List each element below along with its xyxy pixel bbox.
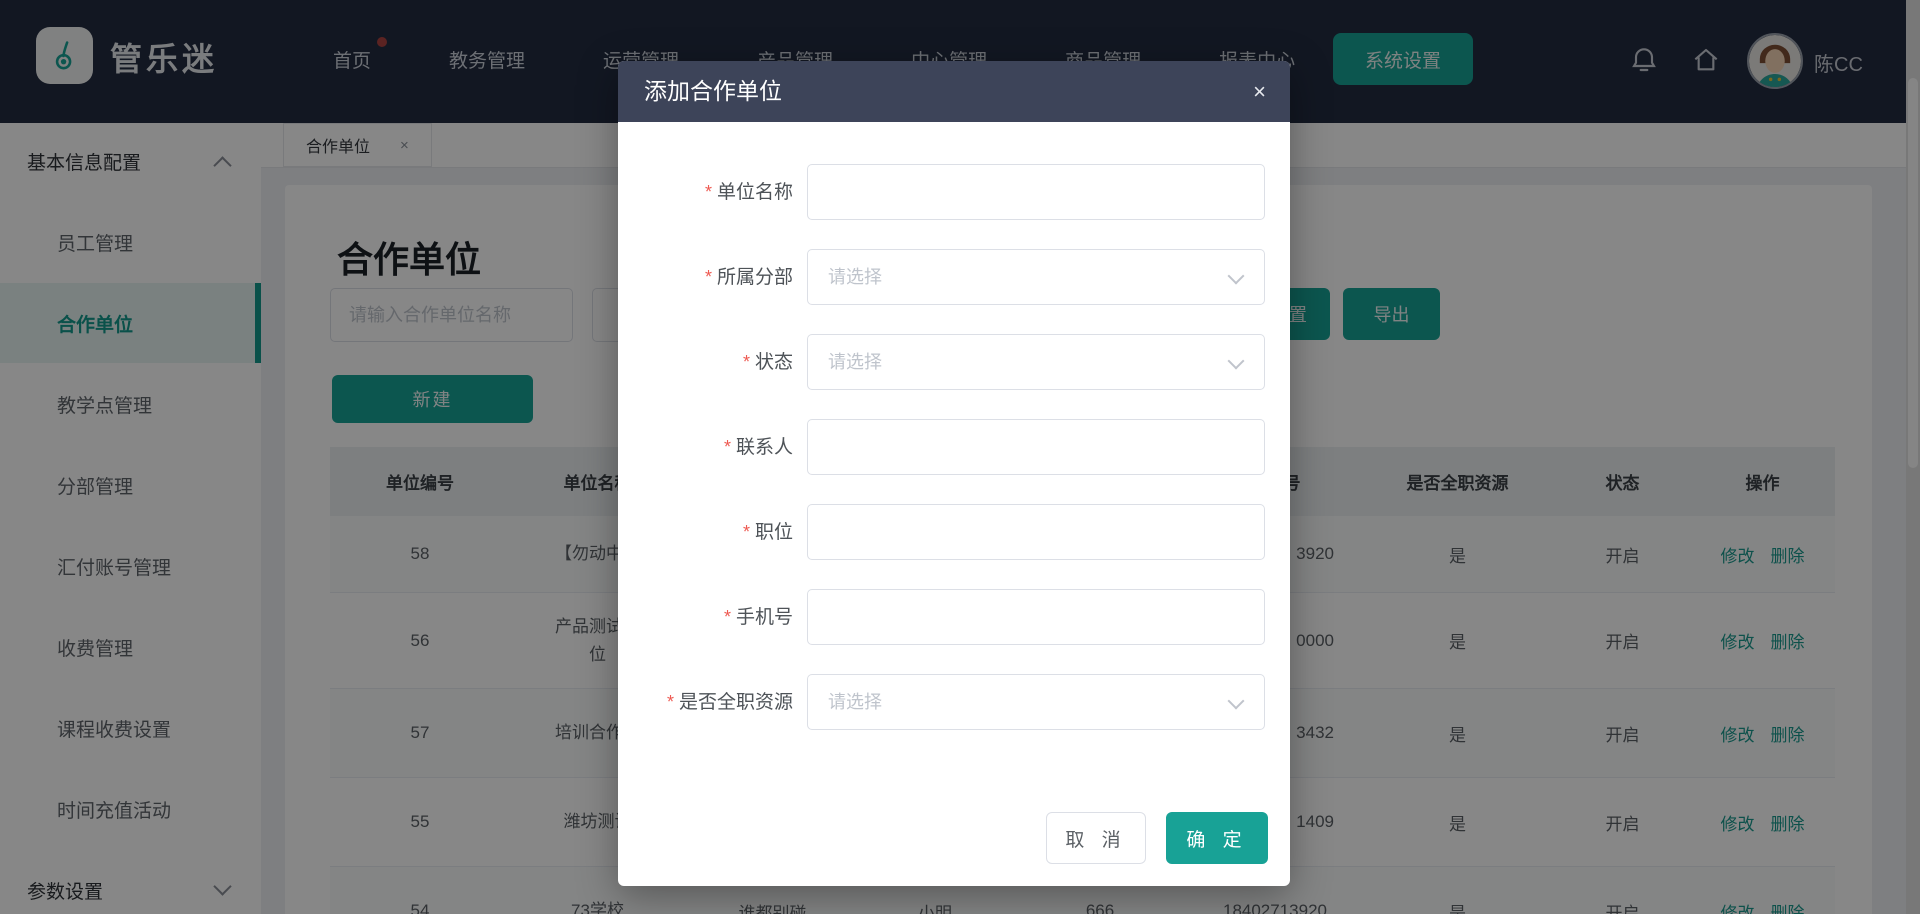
field-contact: 联系人 [618, 419, 1290, 475]
field-label: 所属分部 [717, 267, 793, 288]
required-asterisk [705, 182, 717, 203]
field-label: 手机号 [736, 607, 793, 628]
chevron-down-icon [1228, 268, 1245, 285]
field-unit-name: 单位名称 [618, 164, 1290, 220]
field-label: 状态 [755, 352, 793, 373]
field-phone: 手机号 [618, 589, 1290, 645]
unit-name-input[interactable] [807, 164, 1265, 220]
select-placeholder: 请选择 [828, 675, 882, 729]
select-placeholder: 请选择 [828, 335, 882, 389]
chevron-down-icon [1228, 693, 1245, 710]
field-fulltime: 是否全职资源 请选择 [618, 674, 1290, 730]
required-asterisk [743, 352, 755, 373]
field-label: 单位名称 [717, 182, 793, 203]
modal-title: 添加合作单位 [644, 61, 782, 122]
modal-header: 添加合作单位 × [618, 61, 1290, 122]
field-label: 是否全职资源 [679, 692, 793, 713]
fulltime-select[interactable]: 请选择 [807, 674, 1265, 730]
select-placeholder: 请选择 [828, 250, 882, 304]
field-position: 职位 [618, 504, 1290, 560]
position-input[interactable] [807, 504, 1265, 560]
cancel-button[interactable]: 取 消 [1046, 812, 1146, 864]
field-label: 联系人 [736, 437, 793, 458]
field-branch: 所属分部 请选择 [618, 249, 1290, 305]
field-label: 职位 [755, 522, 793, 543]
required-asterisk [667, 692, 679, 713]
required-asterisk [724, 607, 736, 628]
screen: 管乐迷 首页 教务管理 运营管理 产品管理 中心管理 商品管理 报表中心 系统设… [0, 0, 1920, 914]
add-partner-unit-modal: 添加合作单位 × 单位名称 所属分部 请选择 状态 请选择 联系人 [618, 61, 1290, 886]
contact-input[interactable] [807, 419, 1265, 475]
status-select[interactable]: 请选择 [807, 334, 1265, 390]
branch-select[interactable]: 请选择 [807, 249, 1265, 305]
chevron-down-icon [1228, 353, 1245, 370]
required-asterisk [705, 267, 717, 288]
required-asterisk [724, 437, 736, 458]
confirm-button[interactable]: 确 定 [1166, 812, 1268, 864]
close-icon[interactable]: × [1253, 61, 1266, 122]
phone-input[interactable] [807, 589, 1265, 645]
field-status: 状态 请选择 [618, 334, 1290, 390]
required-asterisk [743, 522, 755, 543]
